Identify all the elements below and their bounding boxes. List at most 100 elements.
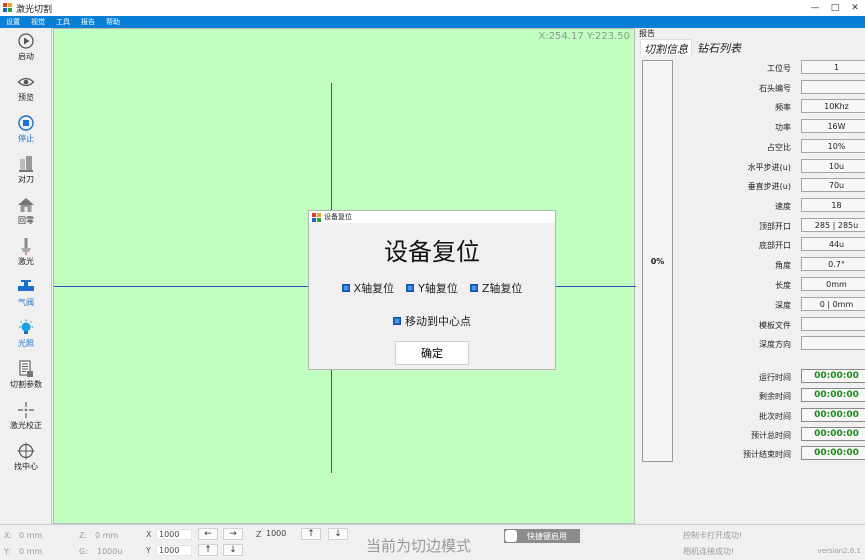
- home-label: 回零: [18, 216, 34, 225]
- document-icon: [19, 360, 33, 377]
- row-value: 10Khz: [801, 99, 865, 113]
- time-row-remaining: 剩余时间 00:00:00: [676, 388, 865, 404]
- report-panel: 报告 切割信息 钻石列表 0% 工位号 1 石头编号 频率 10Khz 功率 16W …: [636, 28, 865, 524]
- move-center-label: 移动到中心点: [405, 315, 471, 328]
- menu-vision[interactable]: 视觉: [31, 17, 45, 27]
- row-label: 水平步进(u): [747, 163, 791, 172]
- eye-icon: [17, 77, 35, 87]
- progress-bar: 0%: [642, 60, 673, 462]
- jog-x-plus-button[interactable]: →: [223, 528, 243, 540]
- laser-icon: [21, 238, 31, 255]
- row-value: 0 | 0mm: [801, 297, 865, 311]
- minimize-button[interactable]: —: [805, 0, 825, 16]
- y-reset-label: Y轴复位: [418, 282, 458, 295]
- status-camera: 相机连接成功!: [683, 547, 735, 556]
- jog-y-input[interactable]: 1000: [156, 545, 192, 556]
- info-row-length: 长度 0mm: [676, 277, 865, 293]
- jog-z-plus-button[interactable]: ↑: [301, 528, 321, 540]
- info-row-station: 工位号 1: [676, 60, 865, 76]
- laser-calibrate-label: 激光校正: [10, 421, 42, 430]
- align-tool-label: 对刀: [18, 175, 34, 184]
- progress-label: 0%: [650, 256, 665, 266]
- start-label: 启动: [18, 52, 34, 61]
- stop-button[interactable]: 停止: [0, 114, 52, 154]
- laser-label: 激光: [18, 257, 34, 266]
- menu-tools[interactable]: 工具: [56, 17, 70, 27]
- dialog-logo-icon: [312, 212, 321, 222]
- tab-diamond-list[interactable]: 钻石列表: [694, 39, 744, 55]
- laser-button[interactable]: 激光: [0, 237, 52, 277]
- y-reset-checkbox[interactable]: Y轴复位: [406, 280, 458, 296]
- report-title: 报告: [639, 29, 655, 38]
- checkbox-checked-icon: [341, 284, 350, 292]
- row-value: 10%: [801, 139, 865, 153]
- row-value: 0.7°: [801, 257, 865, 271]
- ok-button[interactable]: 确定: [395, 341, 469, 365]
- g-pos-label: G:: [79, 547, 88, 556]
- maximize-button[interactable]: □: [825, 0, 845, 16]
- status-card: 控制卡打开成功!: [683, 531, 743, 540]
- z-pos-label: Z:: [79, 531, 88, 540]
- light-button[interactable]: 光照: [0, 319, 52, 359]
- jog-z-minus-button[interactable]: ↓: [328, 528, 348, 540]
- info-row-v-step: 垂直步进(u) 70u: [676, 178, 865, 194]
- move-center-checkbox[interactable]: 移动到中心点: [393, 313, 471, 329]
- row-label: 工位号: [767, 64, 791, 73]
- hotkey-toggle[interactable]: 快捷键启用: [504, 529, 580, 543]
- row-label: 长度: [775, 281, 791, 290]
- tab-cut-info[interactable]: 切割信息: [640, 39, 692, 56]
- row-value: 10u: [801, 159, 865, 173]
- jog-x-input[interactable]: 1000: [156, 529, 192, 540]
- home-button[interactable]: 回零: [0, 196, 52, 236]
- jog-y-plus-button[interactable]: ↑: [198, 544, 218, 556]
- row-value: 16W: [801, 119, 865, 133]
- info-row-angle: 角度 0.7°: [676, 257, 865, 273]
- dialog-heading: 设备复位: [384, 238, 480, 266]
- dialog-title-bar: 设备复位: [309, 211, 555, 223]
- row-value: 00:00:00: [801, 369, 865, 383]
- cut-params-label: 切割参数: [10, 380, 42, 389]
- menu-report[interactable]: 报告: [81, 17, 95, 27]
- row-label: 批次时间: [759, 412, 791, 421]
- jog-y-minus-button[interactable]: ↓: [223, 544, 243, 556]
- jog-x-label: X: [146, 530, 152, 539]
- valve-label: 气阀: [18, 298, 34, 307]
- crosshair-icon: [17, 442, 35, 460]
- menu-bar: 设置 视觉 工具 报告 帮助: [0, 16, 865, 28]
- row-label: 深度: [775, 301, 791, 310]
- start-button[interactable]: 启动: [0, 32, 52, 72]
- info-row-stone-id: 石头编号: [676, 80, 865, 96]
- cut-params-button[interactable]: 切割参数: [0, 360, 52, 400]
- time-row-est-end: 预计结束时间 00:00:00: [676, 446, 865, 462]
- row-label: 角度: [775, 261, 791, 270]
- valve-button[interactable]: 气阀: [0, 278, 52, 318]
- info-row-duty: 占空比 10%: [676, 139, 865, 155]
- jog-z-input[interactable]: 1000: [264, 529, 300, 540]
- info-row-depth: 深度 0 | 0mm: [676, 297, 865, 313]
- menu-help[interactable]: 帮助: [106, 17, 120, 27]
- y-pos-value: 0 mm: [19, 547, 43, 556]
- row-label: 顶部开口: [759, 222, 791, 231]
- light-icon: [19, 319, 33, 334]
- row-label: 预计结束时间: [743, 450, 791, 459]
- preview-button[interactable]: 预览: [0, 73, 52, 113]
- close-button[interactable]: ✕: [845, 0, 865, 16]
- checkbox-checked-icon: [406, 284, 415, 292]
- z-reset-label: Z轴复位: [481, 282, 523, 295]
- row-value: 18: [801, 198, 865, 212]
- version-label: version2.6.1: [817, 547, 861, 555]
- jog-x-minus-button[interactable]: ←: [198, 528, 218, 540]
- row-label: 占空比: [767, 143, 791, 152]
- x-reset-checkbox[interactable]: X轴复位: [341, 280, 394, 296]
- align-tool-button[interactable]: 对刀: [0, 155, 52, 195]
- menu-settings[interactable]: 设置: [6, 17, 20, 27]
- row-label: 频率: [775, 103, 791, 112]
- z-reset-checkbox[interactable]: Z轴复位: [469, 280, 523, 296]
- row-value: [801, 80, 865, 94]
- title-bar: 激光切割 — □ ✕: [0, 0, 865, 16]
- row-label: 垂直步进(u): [747, 182, 791, 191]
- row-value: 285 | 285u: [801, 218, 865, 232]
- checkbox-checked-icon: [393, 317, 401, 325]
- laser-calibrate-button[interactable]: 激光校正: [0, 401, 52, 441]
- find-center-button[interactable]: 找中心: [0, 442, 52, 482]
